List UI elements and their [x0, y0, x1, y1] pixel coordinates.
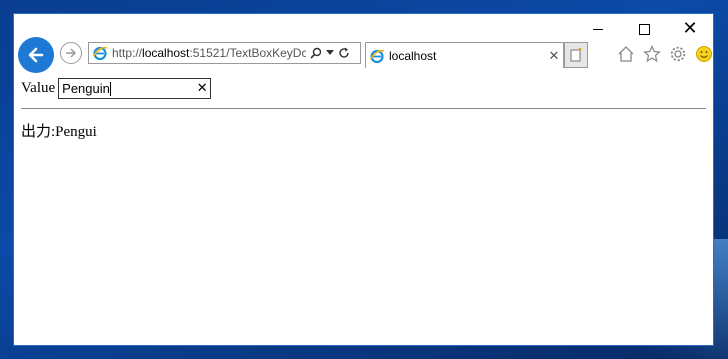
address-url[interactable]: http://localhost:51521/TextBoxKeyDc — [112, 46, 306, 60]
tab-localhost[interactable]: localhost ✕ — [365, 42, 564, 68]
refresh-icon[interactable] — [338, 47, 350, 59]
address-host: localhost — [142, 46, 190, 60]
new-tab-icon — [570, 48, 582, 62]
address-bar[interactable]: http://localhost:51521/TextBoxKeyDc — [88, 42, 361, 64]
settings-gear-icon[interactable] — [668, 44, 688, 64]
tab-title: localhost — [389, 48, 437, 63]
maximize-button[interactable] — [621, 14, 667, 44]
horizontal-divider — [21, 108, 706, 109]
value-label: Value — [21, 80, 56, 96]
browser-window: ✕ http://localhost:51521/TextBoxKeyDc lo… — [13, 13, 714, 346]
minimize-button[interactable] — [575, 14, 621, 44]
ie-logo-icon — [92, 46, 108, 61]
forward-arrow-icon — [66, 48, 77, 58]
value-textbox[interactable]: Penguin ✕ — [58, 78, 212, 99]
value-row: Value Penguin ✕ — [21, 78, 707, 99]
clear-icon[interactable]: ✕ — [194, 81, 210, 96]
textbox-value: Penguin — [62, 80, 110, 96]
search-icon[interactable] — [310, 47, 322, 59]
address-prefix: http:// — [112, 46, 143, 60]
tab-close-icon[interactable]: ✕ — [545, 48, 563, 64]
page-content: Value Penguin ✕ 出力:Pengui — [21, 78, 707, 141]
close-icon: ✕ — [682, 18, 698, 39]
new-tab-button[interactable] — [564, 42, 588, 68]
feedback-smiley-icon[interactable] — [694, 44, 714, 64]
text-caret — [109, 82, 111, 97]
maximize-icon — [638, 23, 650, 35]
forward-button[interactable] — [60, 42, 82, 64]
back-button[interactable] — [18, 37, 54, 73]
home-icon[interactable] — [616, 44, 636, 64]
favorites-star-icon[interactable] — [642, 44, 662, 64]
dropdown-icon[interactable] — [326, 50, 334, 56]
close-button[interactable]: ✕ — [667, 14, 713, 44]
output-text: 出力:Pengui — [21, 124, 97, 140]
tab-ie-icon — [369, 49, 385, 63]
back-arrow-icon — [28, 47, 44, 63]
address-path: :51521/TextBoxKeyDc — [189, 46, 306, 60]
minimize-icon — [593, 28, 603, 30]
